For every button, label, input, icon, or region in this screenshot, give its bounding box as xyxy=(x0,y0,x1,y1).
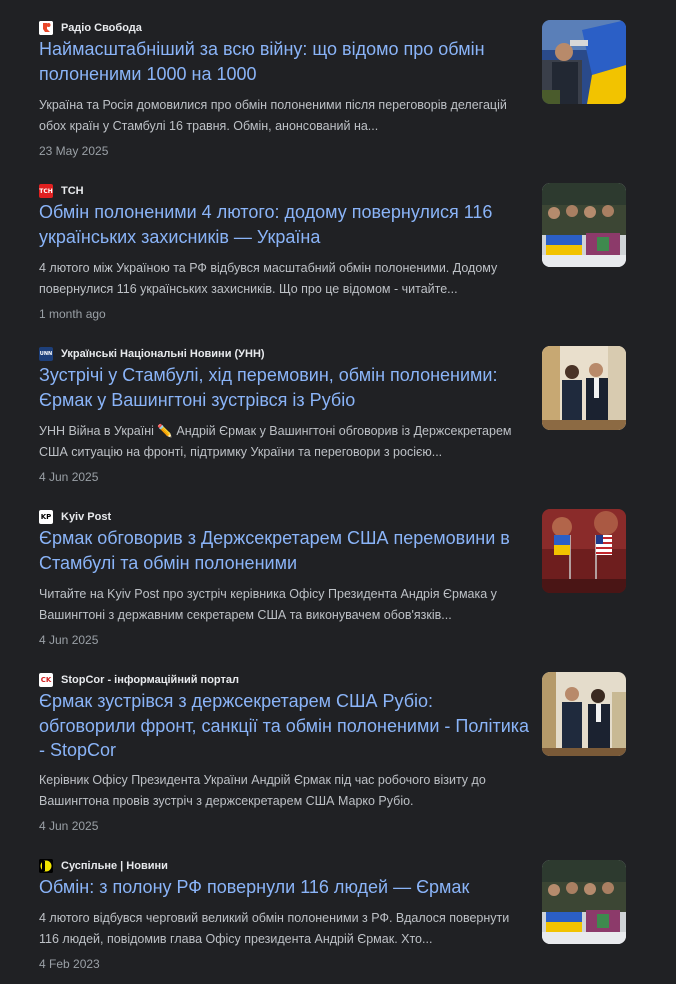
result-date: 4 Jun 2025 xyxy=(39,633,99,647)
result-snippet: 4 лютого між Україною та РФ відбувся мас… xyxy=(39,261,498,296)
suspilne-logo-icon xyxy=(39,859,53,873)
source-name: ТСН xyxy=(61,185,84,197)
source-row[interactable]: Суспільне | Новини xyxy=(39,858,168,874)
news-result[interactable]: KP Kyiv Post Єрмак обговорив з Держсекре… xyxy=(39,509,627,659)
news-result[interactable]: CK StopCor - інформаційний портал Єрмак … xyxy=(39,672,627,833)
source-row[interactable]: CK StopCor - інформаційний портал xyxy=(39,672,239,688)
result-snippet: 4 лютого відбувся черговий великий обмін… xyxy=(39,911,510,946)
source-name: Суспільне | Новини xyxy=(61,860,168,872)
source-row[interactable]: ТСН ТСН xyxy=(39,183,84,199)
source-name: StopCor - інформаційний портал xyxy=(61,674,239,686)
result-snippet: Керівник Офісу Президента України Андрій… xyxy=(39,773,486,808)
soldiers-group-photo[interactable] xyxy=(542,183,626,267)
result-date: 23 May 2025 xyxy=(39,144,109,158)
news-result[interactable]: UNN Українські Національні Новини (УНН) … xyxy=(39,346,627,496)
flags-table-photo[interactable] xyxy=(542,509,626,593)
source-name: Радіо Свобода xyxy=(61,22,142,34)
result-title-link[interactable]: Єрмак обговорив з Держсекретарем США пер… xyxy=(39,526,531,575)
result-title-link[interactable]: Єрмак зустрівся з держсекретарем США Руб… xyxy=(39,689,531,763)
officials-meeting-photo[interactable] xyxy=(542,346,626,430)
kyiv-post-logo-icon: KP xyxy=(39,510,53,524)
result-date: 4 Jun 2025 xyxy=(39,470,99,484)
source-name: Українські Національні Новини (УНН) xyxy=(61,348,265,360)
prisoner-exchange-flag-photo[interactable] xyxy=(542,20,626,104)
officials-meeting-photo[interactable] xyxy=(542,672,626,756)
source-row[interactable]: UNN Українські Національні Новини (УНН) xyxy=(39,346,265,362)
result-snippet: УНН Війна в Україні ✏️ Андрій Єрмак у Ва… xyxy=(39,424,512,459)
result-date: 4 Jun 2025 xyxy=(39,819,99,833)
result-date: 1 month ago xyxy=(39,307,106,321)
result-title-link[interactable]: Наймасштабніший за всю війну: що відомо … xyxy=(39,37,531,86)
unn-logo-icon: UNN xyxy=(39,347,53,361)
result-snippet: Читайте на Kyiv Post про зустріч керівни… xyxy=(39,587,497,622)
stopcor-logo-icon: CK xyxy=(39,673,53,687)
source-name: Kyiv Post xyxy=(61,511,112,523)
soldiers-group-photo[interactable] xyxy=(542,860,626,944)
result-title-link[interactable]: Обмін полоненими 4 лютого: додому поверн… xyxy=(39,200,531,249)
source-row[interactable]: KP Kyiv Post xyxy=(39,509,111,525)
news-result[interactable]: Радіо Свобода Наймасштабніший за всю вій… xyxy=(39,20,627,170)
radio-svoboda-logo-icon xyxy=(39,21,53,35)
news-result[interactable]: ТСН ТСН Обмін полоненими 4 лютого: додом… xyxy=(39,183,627,333)
result-date: 4 Feb 2023 xyxy=(39,957,100,971)
result-title-link[interactable]: Обмін: з полону РФ повернули 116 людей —… xyxy=(39,875,531,900)
result-snippet: Україна та Росія домовилися про обмін по… xyxy=(39,98,507,133)
news-result[interactable]: Суспільне | Новини Обмін: з полону РФ по… xyxy=(39,858,627,984)
result-title-link[interactable]: Зустрічі у Стамбулі, хід перемовин, обмі… xyxy=(39,363,531,412)
tsn-logo-icon: ТСН xyxy=(39,184,53,198)
source-row[interactable]: Радіо Свобода xyxy=(39,20,142,36)
